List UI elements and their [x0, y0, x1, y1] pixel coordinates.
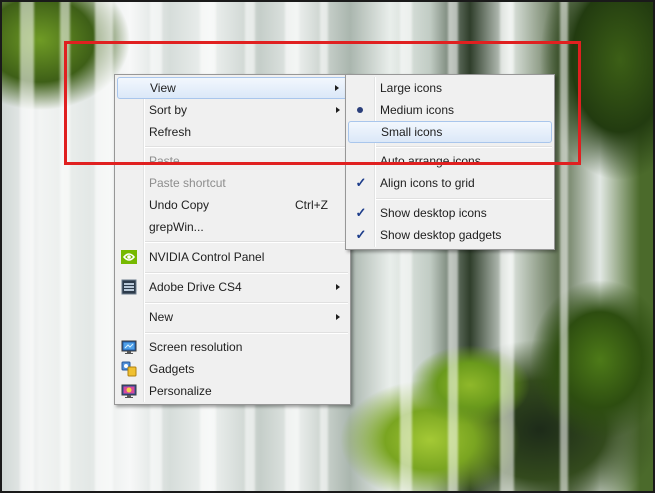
menu-item-grepwin[interactable]: grepWin... — [117, 216, 348, 238]
menu-item-shortcut: Ctrl+Z — [295, 198, 328, 212]
menu-item-label: Align icons to grid — [380, 176, 475, 190]
menu-item-new[interactable]: New — [117, 306, 348, 328]
menu-separator — [145, 272, 348, 274]
submenu-item-show-desktop-gadgets[interactable]: ✓ Show desktop gadgets — [348, 224, 552, 246]
menu-item-label: View — [150, 81, 176, 95]
menu-item-label: Small icons — [381, 125, 443, 139]
personalize-icon — [121, 384, 137, 398]
menu-separator — [145, 241, 348, 243]
menu-item-label: Paste shortcut — [149, 176, 226, 190]
submenu-arrow-icon — [336, 107, 340, 113]
view-submenu: Large icons Medium icons Small icons Aut… — [345, 74, 555, 250]
submenu-item-show-desktop-icons[interactable]: ✓ Show desktop icons — [348, 202, 552, 224]
checkmark-icon: ✓ — [355, 205, 367, 220]
menu-item-refresh[interactable]: Refresh — [117, 121, 348, 143]
adobe-drive-icon — [121, 279, 137, 295]
menu-item-label: New — [149, 310, 174, 324]
submenu-arrow-icon — [335, 85, 339, 91]
menu-item-paste[interactable]: Paste — [117, 150, 348, 172]
menu-separator — [145, 302, 348, 304]
menu-item-screen-resolution[interactable]: Screen resolution — [117, 336, 348, 358]
menu-item-adobe-drive-cs4[interactable]: Adobe Drive CS4 — [117, 276, 348, 298]
menu-item-label: Personalize — [149, 384, 212, 398]
menu-separator — [145, 332, 348, 334]
menu-item-label: Screen resolution — [149, 340, 243, 354]
menu-item-label: Undo Copy — [149, 198, 210, 212]
menu-item-label: Gadgets — [149, 362, 195, 376]
menu-item-sort-by[interactable]: Sort by — [117, 99, 348, 121]
submenu-item-small-icons[interactable]: Small icons — [348, 121, 552, 143]
checkmark-icon: ✓ — [355, 227, 367, 242]
menu-item-label: Refresh — [149, 125, 192, 139]
checkmark-icon: ✓ — [355, 175, 367, 190]
menu-item-undo-copy[interactable]: Undo Copy Ctrl+Z — [117, 194, 348, 216]
menu-item-gadgets[interactable]: Gadgets — [117, 358, 348, 380]
submenu-item-auto-arrange-icons[interactable]: Auto arrange icons — [348, 150, 552, 172]
radio-bullet-icon — [357, 107, 363, 113]
menu-item-label: grepWin... — [149, 220, 204, 234]
menu-item-label: Show desktop gadgets — [380, 228, 502, 242]
menu-item-label: Show desktop icons — [380, 206, 487, 220]
nvidia-icon — [121, 250, 137, 264]
menu-item-paste-shortcut[interactable]: Paste shortcut — [117, 172, 348, 194]
menu-item-label: Large icons — [380, 81, 443, 95]
menu-item-nvidia-control-panel[interactable]: NVIDIA Control Panel — [117, 246, 348, 268]
submenu-arrow-icon — [336, 284, 340, 290]
menu-item-label: Paste — [149, 154, 180, 168]
monitor-icon — [121, 340, 137, 354]
submenu-item-large-icons[interactable]: Large icons — [348, 77, 552, 99]
menu-item-label: Auto arrange icons — [380, 154, 481, 168]
menu-item-view[interactable]: View — [117, 77, 348, 99]
menu-item-label: Medium icons — [380, 103, 455, 117]
menu-separator — [376, 198, 552, 200]
gadgets-icon — [121, 361, 137, 377]
menu-separator — [376, 146, 552, 148]
menu-separator — [145, 146, 348, 148]
submenu-arrow-icon — [336, 314, 340, 320]
menu-item-label: NVIDIA Control Panel — [149, 250, 265, 264]
submenu-item-align-icons-to-grid[interactable]: ✓ Align icons to grid — [348, 172, 552, 194]
desktop-context-menu: View Sort by Refresh Paste Paste shortcu… — [114, 74, 351, 405]
menu-item-personalize[interactable]: Personalize — [117, 380, 348, 402]
menu-item-label: Adobe Drive CS4 — [149, 280, 242, 294]
submenu-item-medium-icons[interactable]: Medium icons — [348, 99, 552, 121]
menu-item-label: Sort by — [149, 103, 188, 117]
